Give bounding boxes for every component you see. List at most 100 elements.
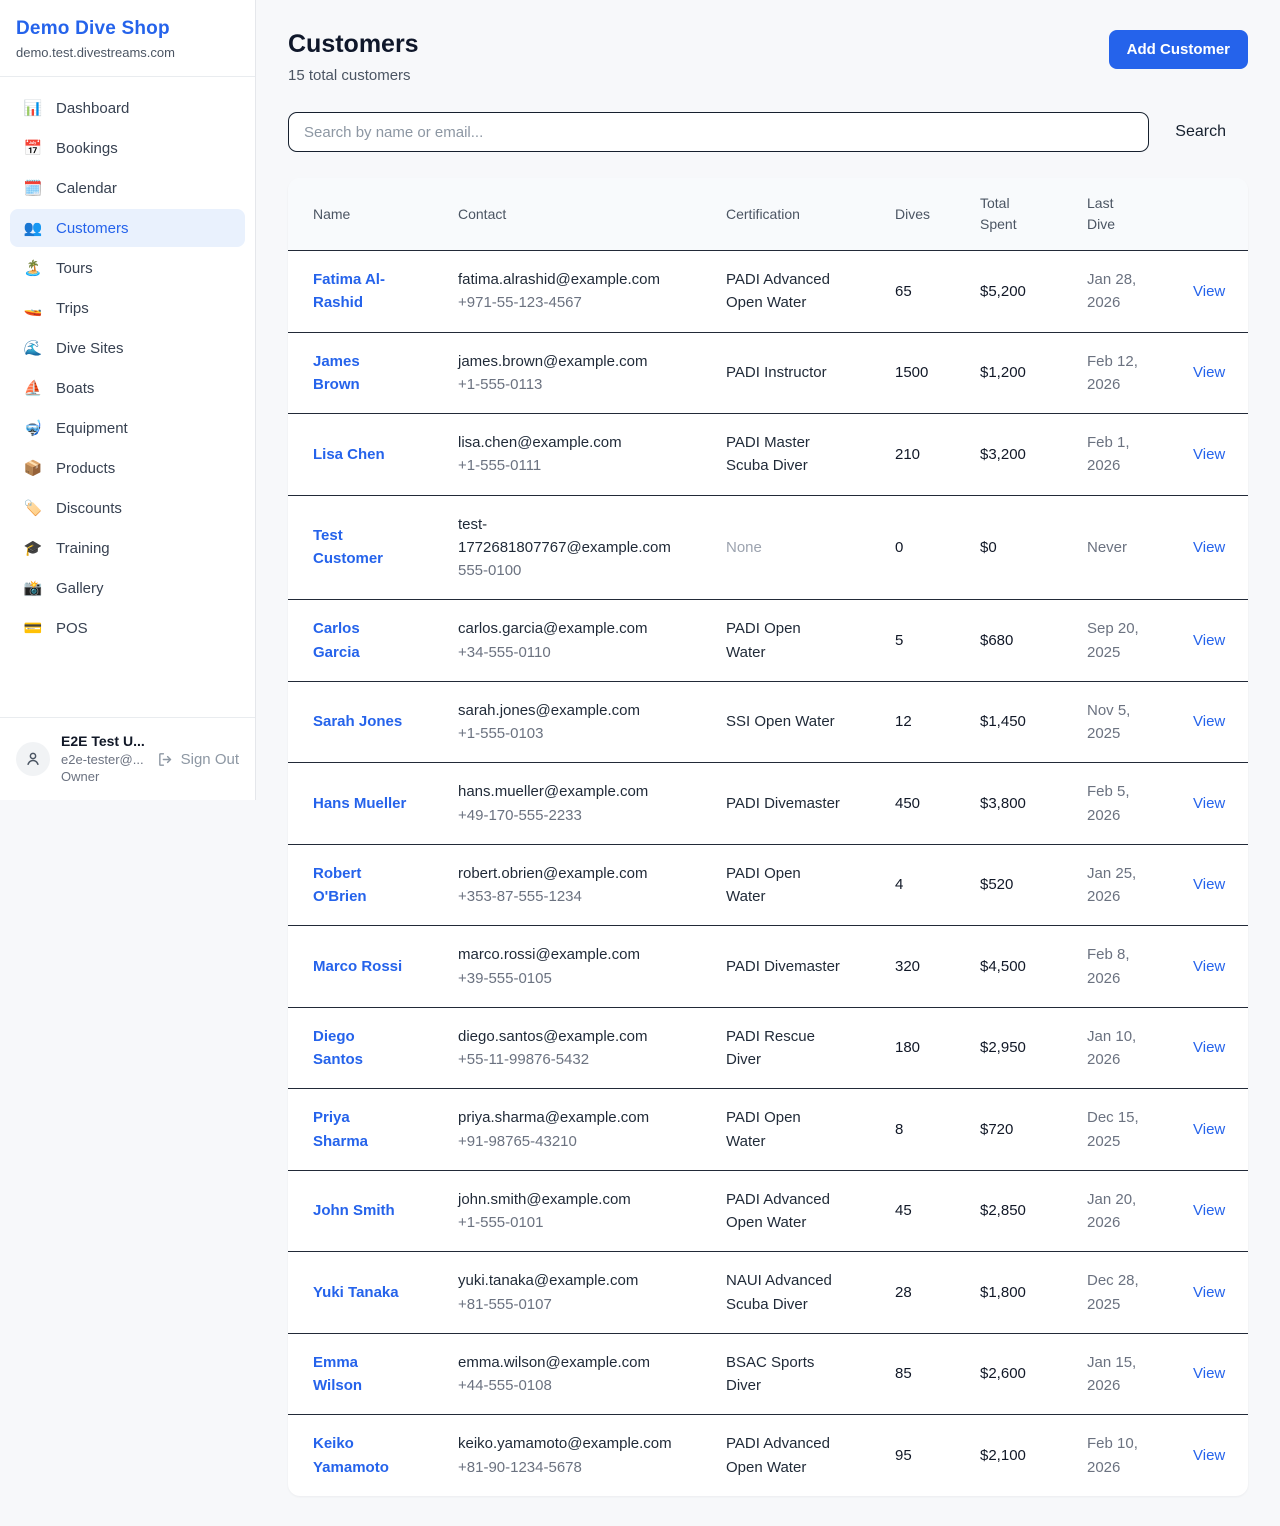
customer-dives: 95	[895, 1444, 980, 1467]
sidebar: Demo Dive Shop demo.test.divestreams.com…	[0, 0, 256, 800]
customer-dives: 210	[895, 443, 980, 466]
customer-dives: 12	[895, 710, 980, 733]
table-row: Priya Sharma priya.sharma@example.com +9…	[288, 1089, 1248, 1171]
view-link[interactable]: View	[1193, 1121, 1225, 1138]
sidebar-item-training[interactable]: 🎓 Training	[10, 529, 245, 567]
customer-last-dive: Nov 5, 2025	[1087, 699, 1147, 746]
sidebar-item-pos[interactable]: 💳 POS	[10, 609, 245, 647]
table-row: Keiko Yamamoto keiko.yamamoto@example.co…	[288, 1415, 1248, 1496]
customer-name-link[interactable]: Diego Santos	[313, 1025, 407, 1072]
sidebar-item-boats[interactable]: ⛵ Boats	[10, 369, 245, 407]
customer-name-link[interactable]: Emma Wilson	[313, 1351, 407, 1398]
customer-name-link[interactable]: James Brown	[313, 350, 407, 397]
customer-total-spent: $4,500	[980, 955, 1087, 978]
table-row: Robert O'Brien robert.obrien@example.com…	[288, 845, 1248, 927]
customer-dives: 28	[895, 1281, 980, 1304]
view-link[interactable]: View	[1193, 795, 1225, 812]
table-row: Lisa Chen lisa.chen@example.com +1-555-0…	[288, 414, 1248, 496]
search-button[interactable]: Search	[1175, 123, 1226, 141]
sign-out-button[interactable]: Sign Out	[157, 751, 239, 768]
view-link[interactable]: View	[1193, 1365, 1225, 1382]
customer-name-link[interactable]: Sarah Jones	[313, 710, 402, 733]
sidebar-item-bookings[interactable]: 📅 Bookings	[10, 129, 245, 167]
column-header-last-dive: Last Dive	[1087, 193, 1131, 235]
customer-name-link[interactable]: Keiko Yamamoto	[313, 1432, 407, 1479]
view-link[interactable]: View	[1193, 1202, 1225, 1219]
view-link[interactable]: View	[1193, 1284, 1225, 1301]
customer-name-link[interactable]: Yuki Tanaka	[313, 1281, 399, 1304]
sidebar-item-label: Calendar	[56, 180, 117, 197]
dashboard-icon: 📊	[23, 99, 43, 117]
equipment-icon: 🤿	[23, 419, 43, 437]
customer-phone: +971-55-123-4567	[458, 291, 710, 314]
customer-name-link[interactable]: Hans Mueller	[313, 792, 406, 815]
customer-dives: 5	[895, 629, 980, 652]
customer-certification: PADI Advanced Open Water	[726, 268, 844, 315]
gallery-icon: 📸	[23, 579, 43, 597]
customer-name-link[interactable]: Lisa Chen	[313, 443, 385, 466]
view-link[interactable]: View	[1193, 876, 1225, 893]
column-header-name: Name	[313, 204, 458, 225]
sidebar-item-calendar[interactable]: 🗓️ Calendar	[10, 169, 245, 207]
table-row: Test Customer test-1772681807767@example…	[288, 496, 1248, 601]
customer-name-link[interactable]: Priya Sharma	[313, 1106, 407, 1153]
view-link[interactable]: View	[1193, 364, 1225, 381]
sidebar-item-tours[interactable]: 🏝️ Tours	[10, 249, 245, 287]
customer-name-link[interactable]: Test Customer	[313, 524, 407, 571]
column-header-certification: Certification	[726, 204, 895, 225]
customer-email: hans.mueller@example.com	[458, 780, 683, 803]
discounts-icon: 🏷️	[23, 499, 43, 517]
customer-total-spent: $720	[980, 1118, 1087, 1141]
logout-icon	[157, 751, 174, 768]
sidebar-item-gallery[interactable]: 📸 Gallery	[10, 569, 245, 607]
customer-last-dive: Feb 10, 2026	[1087, 1432, 1147, 1479]
page-title: Customers	[288, 30, 419, 59]
sidebar-item-label: Gallery	[56, 580, 104, 597]
view-link[interactable]: View	[1193, 539, 1225, 556]
sidebar-item-label: POS	[56, 620, 88, 637]
customer-total-spent: $2,950	[980, 1036, 1087, 1059]
view-link[interactable]: View	[1193, 713, 1225, 730]
dive-sites-icon: 🌊	[23, 339, 43, 357]
sidebar-item-equipment[interactable]: 🤿 Equipment	[10, 409, 245, 447]
customer-dives: 65	[895, 280, 980, 303]
search-input[interactable]	[288, 112, 1149, 152]
sidebar-item-dashboard[interactable]: 📊 Dashboard	[10, 89, 245, 127]
customer-certification: PADI Master Scuba Diver	[726, 431, 844, 478]
sidebar-item-products[interactable]: 📦 Products	[10, 449, 245, 487]
customer-total-spent: $520	[980, 873, 1087, 896]
sidebar-item-trips[interactable]: 🚤 Trips	[10, 289, 245, 327]
customer-total-spent: $680	[980, 629, 1087, 652]
view-link[interactable]: View	[1193, 958, 1225, 975]
add-customer-button[interactable]: Add Customer	[1109, 30, 1248, 69]
customer-name-link[interactable]: Robert O'Brien	[313, 862, 407, 909]
customer-email: john.smith@example.com	[458, 1188, 683, 1211]
view-link[interactable]: View	[1193, 283, 1225, 300]
customer-dives: 0	[895, 536, 980, 559]
sidebar-item-dive-sites[interactable]: 🌊 Dive Sites	[10, 329, 245, 367]
sidebar-item-discounts[interactable]: 🏷️ Discounts	[10, 489, 245, 527]
table-row: John Smith john.smith@example.com +1-555…	[288, 1171, 1248, 1253]
table-body: Fatima Al-Rashid fatima.alrashid@example…	[288, 251, 1248, 1496]
sidebar-item-label: Training	[56, 540, 110, 557]
customer-name-link[interactable]: Fatima Al-Rashid	[313, 268, 407, 315]
customer-certification: PADI Divemaster	[726, 792, 840, 815]
customer-last-dive: Sep 20, 2025	[1087, 617, 1147, 664]
user-icon	[24, 750, 42, 768]
customer-certification: PADI Instructor	[726, 361, 827, 384]
customer-dives: 8	[895, 1118, 980, 1141]
customer-name-link[interactable]: John Smith	[313, 1199, 395, 1222]
customer-phone: +49-170-555-2233	[458, 804, 710, 827]
view-link[interactable]: View	[1193, 1039, 1225, 1056]
user-email: e2e-tester@...	[61, 751, 145, 769]
view-link[interactable]: View	[1193, 632, 1225, 649]
avatar	[16, 742, 50, 776]
view-link[interactable]: View	[1193, 1447, 1225, 1464]
customers-icon: 👥	[23, 219, 43, 237]
table-row: Sarah Jones sarah.jones@example.com +1-5…	[288, 682, 1248, 764]
customer-name-link[interactable]: Carlos Garcia	[313, 617, 407, 664]
customer-email: james.brown@example.com	[458, 350, 683, 373]
view-link[interactable]: View	[1193, 446, 1225, 463]
sidebar-item-customers[interactable]: 👥 Customers	[10, 209, 245, 247]
customer-name-link[interactable]: Marco Rossi	[313, 955, 402, 978]
